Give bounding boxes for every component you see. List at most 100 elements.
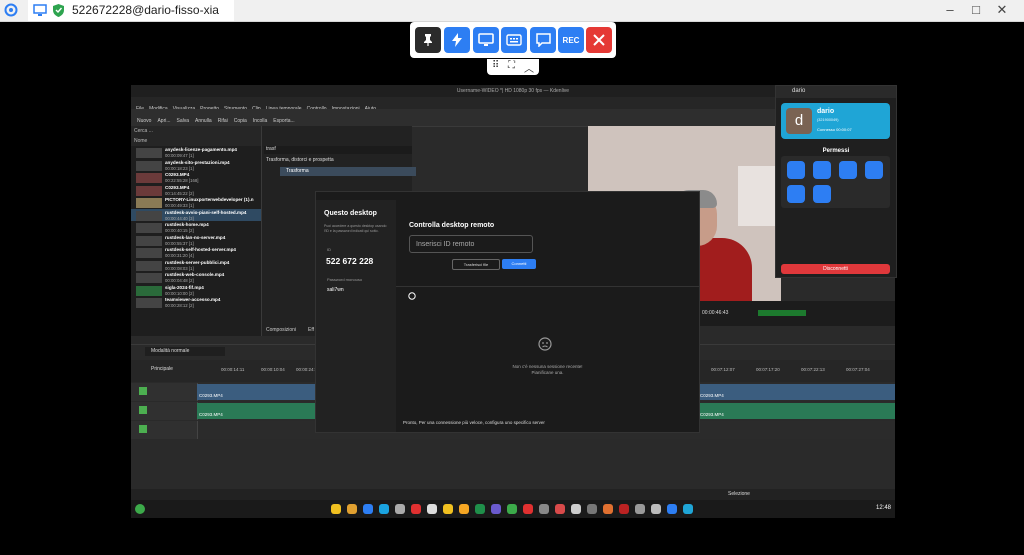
taskbar-app-icon[interactable] — [395, 504, 405, 514]
taskbar-app-icon[interactable] — [379, 504, 389, 514]
bin-clip[interactable]: sigla-2024-fif.mp4 00:00:10:00 [2] — [131, 284, 261, 297]
taskbar-app-icon[interactable] — [683, 504, 693, 514]
remote-id-input[interactable]: Inserisci ID remoto — [409, 235, 533, 253]
record-permission-button[interactable] — [813, 185, 831, 203]
audio-clip[interactable]: C0293.MP4 — [698, 403, 895, 419]
taskbar-app-icon[interactable] — [331, 504, 341, 514]
restart-permission-button[interactable] — [787, 185, 805, 203]
close-icon — [593, 34, 605, 46]
password-label: Password monouso — [327, 277, 363, 282]
tab-effetti[interactable]: Eff — [308, 327, 314, 333]
tab-composizioni[interactable]: Composizioni — [266, 327, 296, 333]
session-panel: dario d dario (321900049) Connesso 00:00… — [775, 85, 897, 278]
tool-apri[interactable]: Apri... — [157, 118, 170, 124]
tool-salva[interactable]: Salva — [177, 118, 190, 124]
taskbar-app-icon[interactable] — [363, 504, 373, 514]
timeline-clip[interactable]: C0293.MP4 — [197, 384, 315, 400]
close-session-button[interactable] — [586, 27, 612, 53]
pin-toolbar-button[interactable] — [415, 27, 441, 53]
connect-button[interactable]: Connetti — [502, 259, 536, 269]
this-desktop-panel: Questo desktop Puoi accedere a questo de… — [316, 200, 396, 432]
taskbar-app-icon[interactable] — [667, 504, 677, 514]
plan-session-text: Pianificane una. — [531, 370, 564, 375]
bin-clip[interactable]: anydesk-licenze-pagamento.mp4 00:00:09:47… — [131, 146, 261, 159]
bin-clip[interactable]: PICTORY-Linuxporterwebdeveloper (1).n 00:… — [131, 196, 261, 209]
audio-permission-button[interactable] — [839, 161, 857, 179]
display-button[interactable] — [473, 27, 499, 53]
minimize-button[interactable]: – — [941, 2, 959, 17]
tool-nuovo[interactable]: Nuovo — [137, 118, 151, 124]
maximize-button[interactable]: □ — [967, 2, 985, 17]
bin-clip[interactable]: rustdesk-lan-no-server.mp4 00:00:55:37 [1… — [131, 234, 261, 247]
taskbar-app-icon[interactable] — [347, 504, 357, 514]
tab-title: 522672228@dario-fisso-xia — [72, 3, 219, 17]
tool-annulla[interactable]: Annulla — [195, 118, 212, 124]
file-permission-button[interactable] — [865, 161, 883, 179]
bin-clip[interactable]: rustdesk-server-pubblici.mp4 00:00:08:03 … — [131, 259, 261, 272]
bin-clip[interactable]: rustdesk-web-console.mp4 00:00:04:48 [2] — [131, 271, 261, 284]
tool-copia[interactable]: Copia — [234, 118, 247, 124]
timeline-clip[interactable]: C0293.MP4 — [698, 384, 895, 400]
effects-category[interactable]: Trasforma, distorci e prospetta — [266, 157, 334, 163]
rustdesk-window: Questo desktop Puoi accedere a questo de… — [315, 191, 700, 433]
tool-esporta[interactable]: Esporta... — [273, 118, 294, 124]
tool-incolla[interactable]: Incolla — [253, 118, 267, 124]
timeline-mode-select[interactable]: Modalità normale — [145, 347, 225, 356]
close-window-button[interactable]: ✕ — [993, 2, 1011, 18]
bin-clip[interactable]: C0293.MP4 00:22:55:28 [168] — [131, 171, 261, 184]
bin-clip[interactable]: rustdesk-home.mp4 00:00:40:15 [2] — [131, 221, 261, 234]
clipboard-permission-button[interactable] — [813, 161, 831, 179]
bin-clip-selected[interactable]: rustdesk-avvio-piani-self-hosted.mp4 00:0… — [131, 208, 261, 221]
disconnect-button[interactable]: Disconnetti — [781, 264, 890, 274]
actions-button[interactable] — [444, 27, 470, 53]
taskbar-app-icon[interactable] — [587, 504, 597, 514]
taskbar-app-icon[interactable] — [555, 504, 565, 514]
ruler-time: 00:07:17:20 — [756, 367, 780, 372]
pin-icon — [424, 34, 432, 46]
transfer-file-button[interactable]: Trasferisci file — [452, 259, 500, 270]
taskbar-app-icon[interactable] — [651, 504, 661, 514]
chevron-up-icon[interactable]: ︿ — [524, 60, 534, 75]
taskbar-app-icon[interactable] — [459, 504, 469, 514]
taskbar-app-icon[interactable] — [523, 504, 533, 514]
lightning-icon — [452, 33, 462, 47]
fullscreen-icon[interactable]: ⛶ — [508, 60, 515, 71]
taskbar-app-icon[interactable] — [619, 504, 629, 514]
this-desktop-title: Questo desktop — [324, 210, 377, 217]
tool-rifai[interactable]: Rifai — [218, 118, 228, 124]
bin-clip[interactable]: rustdesk-self-hosted-server.mp4 00:00:31:… — [131, 246, 261, 259]
taskbar-app-icon[interactable] — [539, 504, 549, 514]
taskbar-app-icon[interactable] — [507, 504, 517, 514]
taskbar-app-icon[interactable] — [427, 504, 437, 514]
sequence-label: Principale — [151, 366, 173, 372]
taskbar-app-icon[interactable] — [491, 504, 501, 514]
recent-sessions-icon[interactable] — [408, 292, 416, 300]
start-menu-icon[interactable] — [135, 504, 145, 514]
taskbar-app-icon[interactable] — [411, 504, 421, 514]
chat-button[interactable] — [530, 27, 556, 53]
effect-item[interactable]: Trasforma — [280, 167, 416, 176]
drag-handle-icon[interactable]: ⠿ — [492, 60, 499, 71]
taskbar-app-icon[interactable] — [475, 504, 485, 514]
permissions-title: Permessi — [822, 148, 850, 154]
record-button[interactable]: REC — [558, 27, 584, 53]
permissions-box — [781, 156, 890, 208]
bin-clip[interactable]: C0293.MP4 00:14:45:22 [2] — [131, 184, 261, 197]
taskbar-app-icon[interactable] — [571, 504, 581, 514]
bin-search[interactable]: Cerca ... — [131, 126, 261, 136]
session-tab[interactable]: 522672228@dario-fisso-xia — [28, 0, 234, 21]
keyboard-button[interactable] — [501, 27, 527, 53]
password-value: sali7wn — [327, 287, 344, 293]
ruler-time: 00:07:22:13 — [801, 367, 825, 372]
status-text[interactable]: Pronto, Per una connessione più veloce, … — [403, 420, 545, 425]
ruler-time: 00:00:10:04 — [261, 367, 285, 372]
audio-clip[interactable]: C0293.MP4 — [197, 403, 315, 419]
bin-clip[interactable]: teamviewer-accesso.mp4 00:00:28:12 [2] — [131, 296, 261, 309]
effects-search[interactable]: trasf — [264, 146, 412, 154]
taskbar-app-icon[interactable] — [443, 504, 453, 514]
ruler-time: 00:07:27:04 — [846, 367, 870, 372]
keyboard-permission-button[interactable] — [787, 161, 805, 179]
taskbar-app-icon[interactable] — [603, 504, 613, 514]
taskbar-app-icon[interactable] — [635, 504, 645, 514]
bin-clip[interactable]: anydesk-sito-prestazioni.mp4 00:00:18:23 … — [131, 159, 261, 172]
